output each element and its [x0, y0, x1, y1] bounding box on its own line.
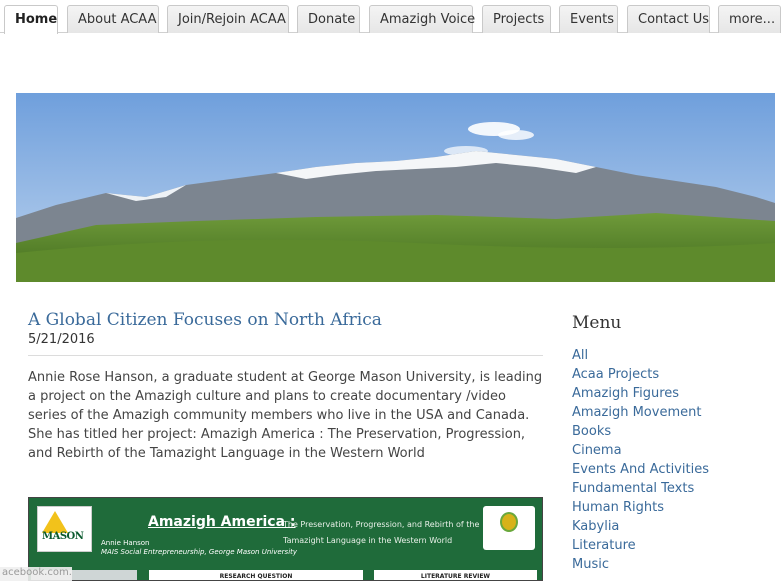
poster-panel-literature: LITERATURE REVIEW	[372, 568, 539, 580]
menu-item-music[interactable]: Music	[572, 555, 709, 574]
menu-item-amazigh-figures[interactable]: Amazigh Figures	[572, 384, 709, 403]
header-banner-image	[16, 93, 775, 282]
menu-item-amazigh-movement[interactable]: Amazigh Movement	[572, 403, 709, 422]
logo-text: MASON	[42, 531, 84, 542]
tab-donate[interactable]: Donate	[297, 5, 360, 33]
poster-title: Amazigh America :	[148, 514, 296, 530]
tab-about-acaa[interactable]: About ACAA	[67, 5, 159, 33]
poster-author: Annie Hanson MAIS Social Entrepreneurshi…	[101, 539, 297, 557]
menu-item-fundamental-texts[interactable]: Fundamental Texts	[572, 479, 709, 498]
mountain-landscape-image	[16, 93, 775, 282]
menu-item-events-and-activities[interactable]: Events And Activities	[572, 460, 709, 479]
article-title-link[interactable]: A Global Citizen Focuses on North Africa	[28, 310, 382, 330]
poster-panel-research: RESEARCH QUESTION	[147, 568, 365, 580]
menu-item-kabylia[interactable]: Kabylia	[572, 517, 709, 536]
sidebar-menu-heading: Menu	[572, 313, 622, 333]
author-affiliation: MAIS Social Entrepreneurship, George Mas…	[101, 548, 298, 556]
menu-item-acaa-projects[interactable]: Acaa Projects	[572, 365, 709, 384]
menu-item-literature[interactable]: Literature	[572, 536, 709, 555]
divider	[28, 355, 543, 356]
menu-item-cinema[interactable]: Cinema	[572, 441, 709, 460]
logo-mark-icon	[42, 511, 68, 533]
george-mason-logo: MASON	[37, 506, 92, 552]
tab-join-rejoin[interactable]: Join/Rejoin ACAA	[167, 5, 289, 33]
menu-item-human-rights[interactable]: Human Rights	[572, 498, 709, 517]
menu-item-all[interactable]: All	[572, 346, 709, 365]
tab-amazigh-voice[interactable]: Amazigh Voice	[369, 5, 475, 33]
article-date: 5/21/2016	[28, 332, 95, 347]
tab-projects[interactable]: Projects	[482, 5, 551, 33]
sidebar-menu: All Acaa Projects Amazigh Figures Amazig…	[572, 346, 709, 574]
menu-item-books[interactable]: Books	[572, 422, 709, 441]
poster-subtitle: The Preservation, Progression, and Rebir…	[283, 520, 480, 545]
tab-events[interactable]: Events	[559, 5, 618, 33]
project-poster-image: MASON Amazigh America : The Preservation…	[28, 497, 543, 581]
tab-more[interactable]: more...	[718, 5, 781, 33]
tab-home[interactable]: Home	[4, 5, 58, 34]
facebook-link-stub[interactable]: acebook.com...	[0, 567, 72, 581]
article-body: Annie Rose Hanson, a graduate student at…	[28, 370, 543, 461]
tab-contact-us[interactable]: Contact Us	[627, 5, 710, 33]
author-name: Annie Hanson	[101, 539, 150, 547]
lightbulb-icon	[500, 512, 518, 532]
lightbulb-badge	[483, 506, 535, 550]
top-navigation: Home About ACAA Join/Rejoin ACAA Donate …	[0, 0, 781, 34]
